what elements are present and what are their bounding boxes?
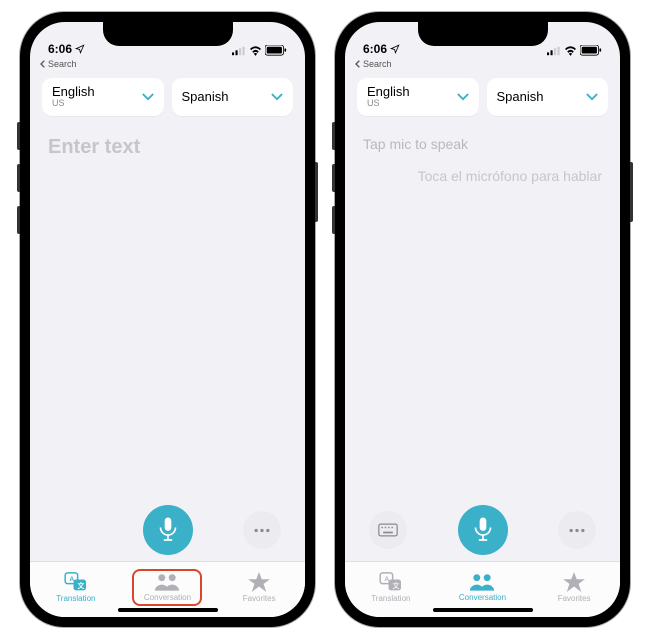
mic-icon: [473, 517, 493, 543]
location-icon: [390, 44, 400, 54]
svg-text:A: A: [384, 576, 389, 583]
ellipsis-icon: [568, 528, 586, 533]
status-time: 6:06: [363, 42, 387, 56]
svg-text:文: 文: [392, 581, 399, 590]
tab-bar: A文 Translation Conversation Favorites: [345, 561, 620, 617]
screen: 6:06 Search English US: [345, 22, 620, 617]
source-language-sub: US: [367, 99, 410, 109]
keyboard-button[interactable]: [369, 511, 407, 549]
conversation-icon: [469, 573, 495, 591]
text-input-area[interactable]: Enter text: [30, 126, 305, 497]
tab-label: Favorites: [558, 594, 591, 603]
battery-icon: [580, 45, 602, 56]
chevron-down-icon: [142, 93, 154, 101]
target-language-button[interactable]: Spanish: [487, 78, 609, 116]
star-icon: [563, 572, 585, 592]
status-time: 6:06: [48, 42, 72, 56]
keyboard-icon: [378, 523, 398, 537]
back-to-search[interactable]: Search: [30, 58, 305, 73]
chevron-down-icon: [457, 93, 469, 101]
mic-button[interactable]: [143, 505, 193, 555]
translation-icon: A文: [64, 572, 88, 592]
bottom-controls: [30, 497, 305, 561]
home-indicator[interactable]: [118, 608, 218, 612]
language-selector-bar: English US Spanish: [30, 73, 305, 126]
location-icon: [75, 44, 85, 54]
language-selector-bar: English US Spanish: [345, 73, 620, 126]
mic-prompt-primary: Tap mic to speak: [363, 136, 602, 152]
svg-text:A: A: [69, 576, 74, 583]
tab-translation[interactable]: A文 Translation: [356, 572, 426, 603]
signal-icon: [547, 46, 561, 56]
tab-label: Translation: [371, 594, 410, 603]
source-language-sub: US: [52, 99, 95, 109]
screen: 6:06 Search English US: [30, 22, 305, 617]
notch: [418, 22, 548, 46]
tab-conversation[interactable]: Conversation: [132, 569, 202, 606]
chevron-down-icon: [586, 93, 598, 101]
tab-favorites[interactable]: Favorites: [539, 572, 609, 603]
input-placeholder: Enter text: [48, 136, 287, 159]
tab-favorites[interactable]: Favorites: [224, 572, 294, 603]
source-language-name: English: [367, 85, 410, 99]
more-button[interactable]: [243, 511, 281, 549]
battery-icon: [265, 45, 287, 56]
tab-label: Conversation: [459, 593, 506, 602]
home-indicator[interactable]: [433, 608, 533, 612]
source-language-name: English: [52, 85, 95, 99]
bottom-controls: [345, 497, 620, 561]
target-language-name: Spanish: [497, 90, 544, 104]
target-language-button[interactable]: Spanish: [172, 78, 294, 116]
translation-icon: A文: [379, 572, 403, 592]
back-chevron-icon: [355, 60, 361, 68]
mic-icon: [158, 517, 178, 543]
tab-bar: A文 Translation Conversation Favorites: [30, 561, 305, 617]
chevron-down-icon: [271, 93, 283, 101]
tab-conversation[interactable]: Conversation: [447, 573, 517, 602]
phone-left: 6:06 Search English US: [20, 12, 315, 627]
conversation-icon: [154, 573, 180, 591]
back-chevron-icon: [40, 60, 46, 68]
back-to-search[interactable]: Search: [345, 58, 620, 73]
phone-right: 6:06 Search English US: [335, 12, 630, 627]
notch: [103, 22, 233, 46]
target-language-name: Spanish: [182, 90, 229, 104]
wifi-icon: [564, 46, 577, 56]
source-language-button[interactable]: English US: [357, 78, 479, 116]
more-button[interactable]: [558, 511, 596, 549]
star-icon: [248, 572, 270, 592]
tab-label: Conversation: [144, 593, 191, 602]
tab-label: Favorites: [243, 594, 276, 603]
conversation-area: Tap mic to speak Toca el micrófono para …: [345, 126, 620, 497]
tab-label: Translation: [56, 594, 95, 603]
wifi-icon: [249, 46, 262, 56]
mic-prompt-secondary: Toca el micrófono para hablar: [363, 168, 602, 184]
ellipsis-icon: [253, 528, 271, 533]
mic-button[interactable]: [458, 505, 508, 555]
tab-translation[interactable]: A文 Translation: [41, 572, 111, 603]
signal-icon: [232, 46, 246, 56]
source-language-button[interactable]: English US: [42, 78, 164, 116]
svg-text:文: 文: [77, 581, 84, 590]
